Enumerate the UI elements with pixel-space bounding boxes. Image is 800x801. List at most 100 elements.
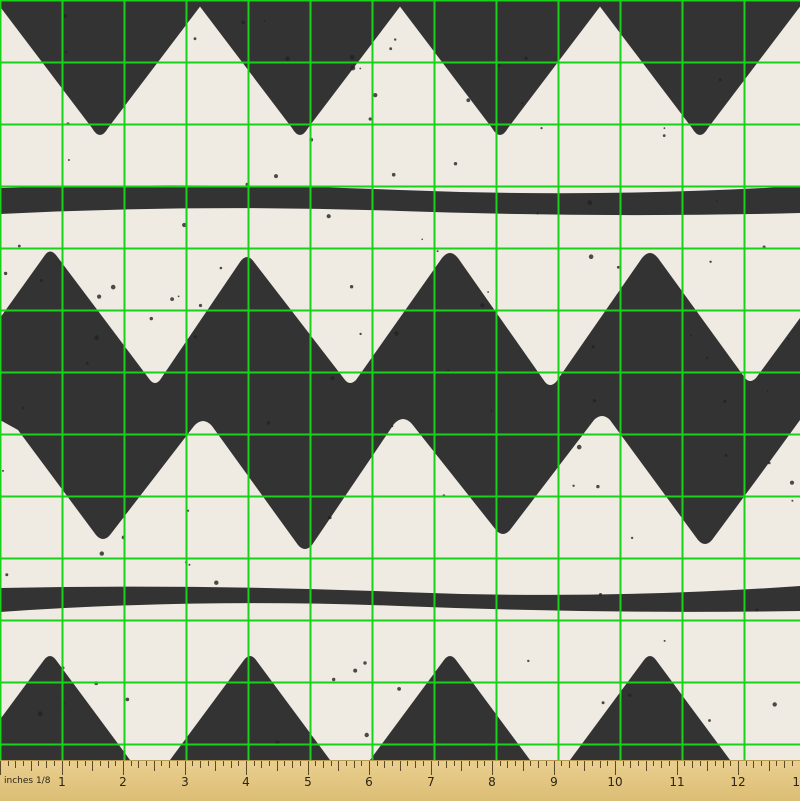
ruler-tick	[638, 761, 639, 766]
ruler-tick	[607, 761, 608, 766]
speck-dot	[521, 102, 524, 105]
ruler-tick	[377, 761, 378, 766]
ruler-tick	[85, 761, 86, 766]
ruler-number: 3	[181, 775, 189, 789]
ruler-number: 5	[304, 775, 312, 789]
speck-dot	[263, 20, 266, 22]
speck-dot	[662, 134, 666, 138]
speck-dot	[149, 316, 153, 321]
ruler-tick	[784, 761, 785, 768]
ruler-number: 11	[669, 775, 685, 789]
ruler-tick	[23, 761, 24, 766]
ruler-tick	[630, 761, 631, 768]
ruler-tick	[8, 761, 9, 766]
ruler-tick	[546, 761, 547, 766]
speck-dot	[487, 291, 489, 293]
speck-dot	[572, 484, 575, 487]
ruler-number: 10	[607, 775, 623, 789]
speck-dot	[266, 421, 271, 425]
speck-dot	[601, 701, 605, 705]
speck-dot	[421, 238, 424, 241]
ruler-tick	[530, 761, 531, 766]
speck-dot	[94, 335, 99, 340]
ruler-number: 9	[550, 775, 558, 789]
speck-dot	[466, 98, 471, 103]
speck-dot	[193, 335, 197, 339]
ruler-tick	[776, 761, 777, 766]
speck-dot	[5, 573, 9, 577]
ruler-tick	[753, 761, 754, 768]
ruler-tick	[131, 761, 132, 766]
speck-dot	[724, 454, 728, 457]
speck-dot	[350, 65, 356, 71]
ruler-tick	[261, 761, 262, 768]
speck-dot	[65, 50, 68, 54]
speck-dot	[110, 284, 116, 290]
fabric-pattern	[0, 0, 800, 760]
speck-dot	[67, 159, 70, 161]
ruler-tick	[700, 761, 701, 766]
ruler-tick	[431, 761, 432, 775]
ruler-tick	[407, 761, 408, 766]
speck-dot	[391, 172, 396, 177]
speck-dot	[497, 64, 501, 67]
speck-dot	[2, 469, 4, 472]
ruler-tick	[746, 761, 747, 766]
ruler-tick	[684, 761, 685, 766]
speck-dot	[394, 38, 397, 41]
ruler-tick	[738, 761, 739, 775]
speck-dot	[349, 285, 354, 289]
ruler-unit-label: inches 1/8	[4, 776, 51, 786]
speck-dot	[787, 337, 790, 340]
speck-dot	[368, 117, 372, 121]
ruler-tick	[454, 761, 455, 766]
speck-dot	[524, 56, 528, 60]
speck-dot	[39, 279, 43, 282]
ruler-tick	[469, 761, 470, 766]
ruler-tick	[515, 761, 516, 766]
ruler-tick	[446, 761, 447, 768]
ruler-tick	[492, 761, 493, 775]
ruler-number: 1	[58, 775, 66, 789]
speck-dot	[588, 254, 594, 259]
speck-dot	[389, 47, 393, 51]
ruler-tick	[653, 761, 654, 766]
speck-dot	[592, 399, 597, 403]
ruler-tick	[507, 761, 508, 768]
ruler-tick	[308, 761, 309, 775]
speck-dot	[690, 334, 692, 337]
speck-dot	[85, 361, 89, 365]
speck-dot	[391, 425, 394, 428]
ruler-tick	[592, 761, 593, 766]
speck-dot	[274, 174, 278, 179]
speck-dot	[125, 697, 130, 702]
ruler-tick	[238, 761, 239, 766]
ruler-tick	[223, 761, 224, 766]
speck-dot	[364, 732, 369, 738]
speck-dot	[97, 294, 102, 299]
speck-dot	[214, 580, 219, 585]
speck-dot	[791, 499, 794, 502]
ruler-tick	[615, 761, 616, 775]
speck-dot	[772, 702, 777, 707]
speck-dot	[349, 54, 355, 60]
measurement-ruler: inches 1/8 12345678910111213	[0, 760, 800, 801]
ruler-tick	[707, 761, 708, 771]
speck-dot	[663, 639, 666, 642]
ruler-tick	[677, 761, 678, 775]
ruler-tick	[277, 761, 278, 771]
ruler-tick	[231, 761, 232, 768]
ruler-tick	[15, 761, 16, 768]
ruler-tick	[123, 761, 124, 775]
ruler-tick	[208, 761, 209, 766]
speck-dot	[99, 551, 105, 556]
ruler-tick	[115, 761, 116, 766]
ruler-tick	[300, 761, 301, 766]
ruler-number: 8	[488, 775, 496, 789]
ruler-tick	[346, 761, 347, 766]
speck-dot	[718, 78, 722, 82]
ruler-tick	[554, 761, 555, 775]
speck-dot	[540, 127, 543, 130]
ruler-tick	[361, 761, 362, 766]
speck-dot	[766, 390, 769, 392]
